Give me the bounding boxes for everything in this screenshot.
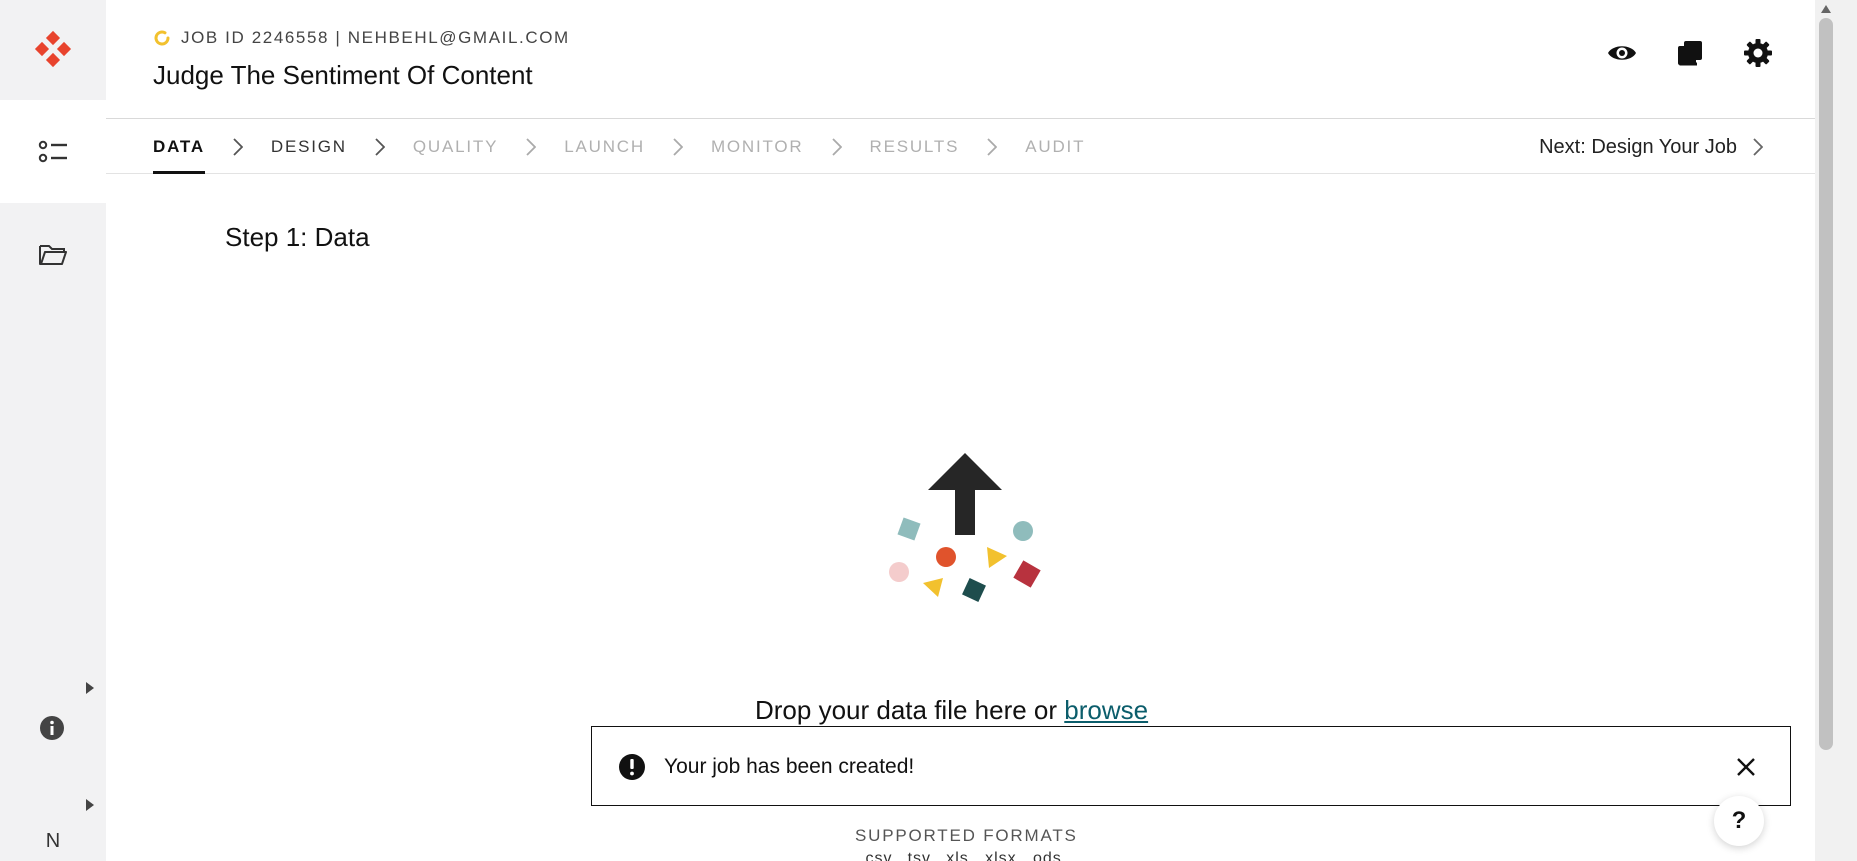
shape-triangle-yellow-small [923, 578, 943, 597]
scrollbar-thumb[interactable] [1819, 18, 1833, 750]
job-header: JOB ID 2246558 | NEHBEHL@GMAIL.COM Judge… [106, 0, 1815, 119]
next-step-label: Next: Design Your Job [1539, 135, 1737, 158]
step-quality: QUALITY [412, 137, 499, 156]
job-meta: JOB ID 2246558 | NEHBEHL@GMAIL.COM [153, 28, 570, 48]
supported-formats-list: .csv, .tsv, .xls, .xlsx, .ods [860, 850, 1062, 861]
step-launch: LAUNCH [564, 137, 645, 156]
info-icon [40, 716, 64, 740]
step-data[interactable]: DATA [153, 120, 205, 174]
step-list: DATA DESIGN QUALITY LAUNCH MONITOR RESUL… [153, 120, 1085, 174]
job-created-toast: Your job has been created! [591, 726, 1791, 806]
info-button[interactable] [38, 714, 66, 742]
dropzone-text[interactable]: Drop your data file here or browse [755, 695, 1148, 726]
step-monitor: MONITOR [710, 137, 804, 156]
browse-link[interactable]: browse [1064, 695, 1148, 725]
page-scrollbar[interactable] [1815, 0, 1857, 861]
rail-item-jobs[interactable] [0, 100, 106, 203]
job-title: Judge The Sentiment Of Content [153, 60, 533, 90]
chevron-right-icon [526, 138, 537, 156]
scroll-up-arrow[interactable] [1819, 2, 1833, 16]
job-list-icon [38, 140, 67, 162]
shape-square-teal [897, 517, 921, 541]
chevron-right-icon [375, 138, 385, 156]
copy-button[interactable] [1675, 38, 1705, 68]
left-rail: N [0, 0, 106, 861]
chevron-right-icon [831, 138, 842, 156]
close-icon [1737, 758, 1755, 776]
copy-icon [1678, 41, 1702, 66]
help-button[interactable]: ? [1714, 796, 1764, 846]
shape-circle-teal [1013, 521, 1033, 541]
step-design[interactable]: DESIGN [271, 120, 347, 174]
supported-formats-label: SUPPORTED FORMATS [855, 826, 1078, 845]
shape-circle-orange [936, 547, 956, 567]
rail-item-folders[interactable] [0, 235, 106, 275]
shape-triangle-yellow [987, 547, 1007, 568]
caret-right-icon [86, 682, 94, 694]
chevron-right-icon [1753, 138, 1763, 156]
job-id-email: JOB ID 2246558 | NEHBEHL@GMAIL.COM [181, 28, 570, 47]
preview-button[interactable] [1607, 38, 1637, 68]
expand-account-toggle[interactable] [84, 797, 96, 813]
header-actions [1607, 38, 1773, 68]
gear-icon [1744, 39, 1772, 67]
chevron-right-icon [987, 138, 998, 156]
shape-square-dark [962, 578, 986, 602]
folder-icon [39, 245, 67, 265]
workflow-steps: DATA DESIGN QUALITY LAUNCH MONITOR RESUL… [106, 120, 1815, 174]
chevron-right-icon [673, 138, 683, 156]
loading-icon [154, 30, 170, 46]
eye-icon [1608, 46, 1636, 60]
caret-up-icon [1821, 5, 1831, 13]
logo-icon [34, 30, 72, 68]
expand-rail-toggle[interactable] [84, 680, 96, 696]
shape-square-red [1013, 560, 1041, 588]
caret-right-icon [86, 799, 94, 811]
step-audit: AUDIT [1025, 137, 1086, 156]
next-step-link[interactable]: Next: Design Your Job [1539, 120, 1763, 174]
toast-close-button[interactable] [1732, 753, 1760, 781]
step-heading: Step 1: Data [225, 222, 370, 252]
step-results: RESULTS [869, 137, 960, 156]
upload-illustration [889, 453, 1041, 602]
brand-logo[interactable] [0, 0, 106, 98]
upload-arrow [928, 453, 1002, 535]
chevron-right-icon [233, 138, 243, 156]
dropzone-label: Drop your data file here or [755, 695, 1058, 725]
alert-icon [619, 754, 645, 780]
shape-circle-pink [889, 562, 909, 582]
toast-message: Your job has been created! [664, 755, 915, 778]
settings-button[interactable] [1743, 38, 1773, 68]
avatar[interactable]: N [38, 828, 68, 854]
